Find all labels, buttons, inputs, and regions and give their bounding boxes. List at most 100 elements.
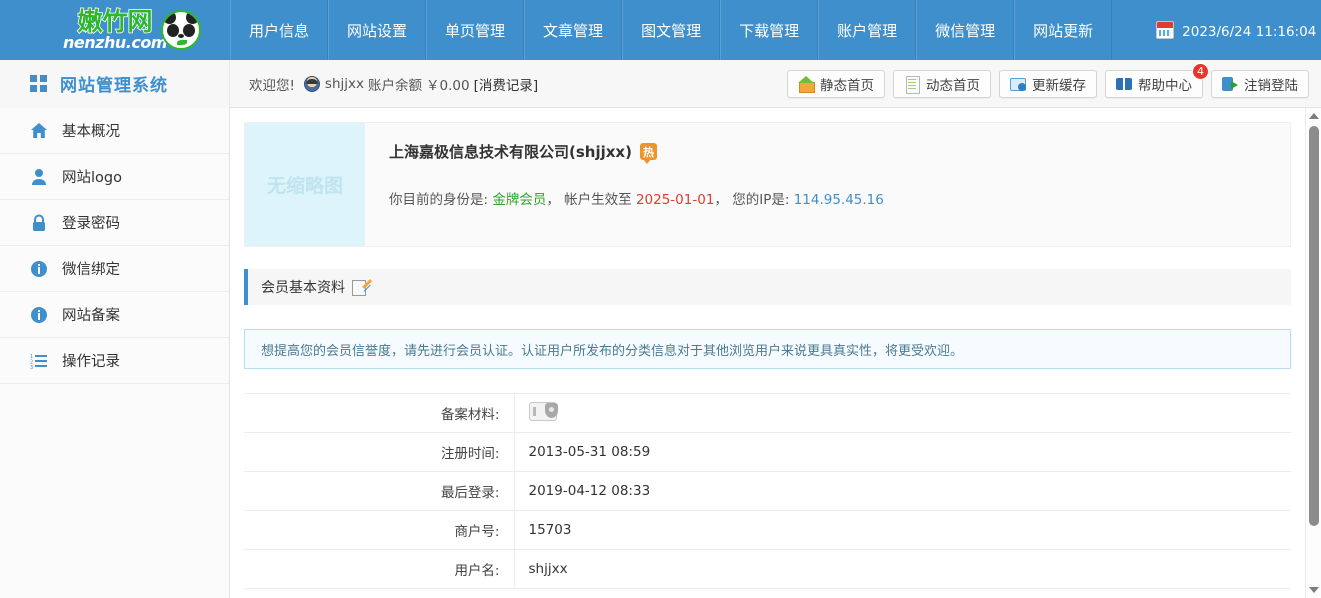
card-shield-icon[interactable] (529, 402, 557, 421)
expiry-value: 2025-01-01 (636, 192, 714, 208)
sidebar-item-label: 网站logo (62, 166, 122, 187)
refresh-cache-button[interactable]: 更新缓存 (999, 70, 1097, 98)
logout-icon (1222, 76, 1238, 92)
nav-item-media-manage[interactable]: 图文管理 (622, 0, 720, 60)
sidebar-item-operation-log[interactable]: 1 2 3 操作记录 (0, 338, 229, 384)
table-row: 备案材料: (244, 394, 1291, 433)
meta-sep-2: ， (714, 192, 728, 208)
ip-label: 您的IP是: (732, 192, 789, 208)
table-row: 用户名: shjjxx (244, 550, 1291, 589)
edit-icon[interactable] (352, 279, 370, 295)
document-icon (904, 76, 920, 92)
logo-latin-text: nenzhu.com (63, 35, 167, 51)
ip-value: 114.95.45.16 (794, 192, 884, 208)
nav-item-download-manage[interactable]: 下载管理 (720, 0, 818, 60)
member-detail-table: 备案材料: 注册时间: 2013-05-31 08:59 最后登录: 2019-… (244, 393, 1291, 589)
book-icon (1116, 76, 1132, 92)
top-action-buttons: 静态首页 动态首页 更新缓存 帮助中心 4 注销登陆 (787, 60, 1309, 108)
top-nav-items: 用户信息 网站设置 单页管理 文章管理 图文管理 下载管理 账户管理 微信管理 … (230, 0, 1112, 60)
sidebar-item-overview[interactable]: 基本概况 (0, 108, 229, 154)
nav-item-user-info[interactable]: 用户信息 (230, 0, 328, 60)
row-label: 注册时间: (244, 433, 514, 472)
profile-card: 无缩略图 上海嘉极信息技术有限公司(shjjxx) 热 你目前的身份是: 金牌会… (244, 122, 1291, 247)
welcome-prefix: 欢迎您! (249, 74, 295, 94)
main-content: 无缩略图 上海嘉极信息技术有限公司(shjjxx) 热 你目前的身份是: 金牌会… (230, 108, 1321, 598)
user-icon (30, 168, 48, 186)
row-label: 用户名: (244, 550, 514, 589)
sidebar-item-label: 微信绑定 (62, 258, 120, 279)
scrollbar-thumb[interactable] (1309, 126, 1319, 526)
system-title-block: 网站管理系统 (0, 60, 230, 108)
row-label: 商户号: (244, 511, 514, 550)
table-row: 注册时间: 2013-05-31 08:59 (244, 433, 1291, 472)
row-value: 15703 (514, 511, 1291, 550)
row-value: shjjxx (514, 550, 1291, 589)
static-home-label: 静态首页 (820, 74, 874, 94)
logo-artwork: 嫩竹网 nenzhu.com (28, 6, 203, 54)
nav-item-article-manage[interactable]: 文章管理 (524, 0, 622, 60)
sidebar-item-label: 操作记录 (62, 350, 120, 371)
identity-label: 你目前的身份是: (389, 192, 488, 208)
scroll-up-arrow-icon[interactable] (1309, 113, 1319, 119)
section-header: 会员基本资料 (244, 269, 1291, 305)
dynamic-home-button[interactable]: 动态首页 (893, 70, 991, 98)
profile-thumbnail-placeholder: 无缩略图 (245, 123, 365, 246)
home-icon (30, 122, 48, 140)
balance-label: 账户余额 (368, 74, 422, 94)
help-center-label: 帮助中心 (1138, 74, 1192, 94)
sidebar-item-wechat-bind[interactable]: 微信绑定 (0, 246, 229, 292)
balance-value: ￥0.00 (426, 74, 470, 94)
nav-item-wechat-manage[interactable]: 微信管理 (916, 0, 1014, 60)
lock-icon (30, 214, 48, 232)
nav-item-site-update[interactable]: 网站更新 (1014, 0, 1112, 60)
row-label: 最后登录: (244, 472, 514, 511)
meta-sep-1: ， (546, 192, 560, 208)
static-home-button[interactable]: 静态首页 (787, 70, 885, 98)
expiry-label: 帐户生效至 (564, 192, 632, 208)
welcome-message: 欢迎您! shjjxx 账户余额 ￥0.00 [消费记录] (230, 74, 538, 94)
calendar-icon (1156, 21, 1174, 39)
row-value: 2013-05-31 08:59 (514, 433, 1291, 472)
profile-meta-row: 你目前的身份是: 金牌会员， 帐户生效至 2025-01-01， 您的IP是: … (389, 188, 1290, 208)
profile-info: 上海嘉极信息技术有限公司(shjjxx) 热 你目前的身份是: 金牌会员， 帐户… (365, 123, 1290, 246)
hot-badge-icon: 热 (640, 143, 657, 160)
refresh-cache-icon (1010, 76, 1026, 92)
nav-item-site-settings[interactable]: 网站设置 (328, 0, 426, 60)
logout-label: 注销登陆 (1244, 74, 1298, 94)
scroll-down-arrow-icon[interactable] (1309, 587, 1319, 593)
user-avatar-icon (304, 76, 320, 92)
grid-icon (30, 75, 47, 92)
info-icon (30, 306, 48, 324)
logo-chinese-text: 嫩竹网 (77, 9, 152, 34)
clock-text: 2023/6/24 11:16:04 星期六 (1182, 20, 1321, 40)
admin-page: 嫩竹网 nenzhu.com 用户信息 网站设置 单页管理 文章管理 图文管理 … (0, 0, 1321, 598)
logo-text-stack: 嫩竹网 nenzhu.com (63, 9, 167, 51)
top-navigation-bar: 嫩竹网 nenzhu.com 用户信息 网站设置 单页管理 文章管理 图文管理 … (0, 0, 1321, 60)
logout-button[interactable]: 注销登陆 (1211, 70, 1309, 98)
clock-display: 2023/6/24 11:16:04 星期六 (1156, 0, 1321, 60)
sidebar-item-label: 网站备案 (62, 304, 120, 325)
company-name: 上海嘉极信息技术有限公司(shjjxx) (389, 141, 632, 162)
ordered-list-icon: 1 2 3 (30, 352, 48, 370)
sidebar-item-label: 基本概况 (62, 120, 120, 141)
consume-record-link[interactable]: [消费记录] (474, 74, 539, 94)
logo-domain-tld: .com (126, 33, 167, 52)
section-title: 会员基本资料 (261, 277, 345, 297)
sidebar-item-label: 登录密码 (62, 212, 120, 233)
site-logo[interactable]: 嫩竹网 nenzhu.com (0, 0, 230, 60)
row-value: 2019-04-12 08:33 (514, 472, 1291, 511)
table-row: 最后登录: 2019-04-12 08:33 (244, 472, 1291, 511)
system-title: 网站管理系统 (60, 71, 168, 96)
help-center-badge: 4 (1192, 63, 1209, 80)
nav-item-page-manage[interactable]: 单页管理 (426, 0, 524, 60)
body-wrapper: 基本概况 网站logo 登录密码 微信绑定 (0, 108, 1321, 598)
sidebar-item-site-record[interactable]: 网站备案 (0, 292, 229, 338)
sidebar-item-site-logo[interactable]: 网站logo (0, 154, 229, 200)
refresh-cache-label: 更新缓存 (1032, 74, 1086, 94)
help-center-button[interactable]: 帮助中心 4 (1105, 70, 1203, 98)
info-icon (30, 260, 48, 278)
sidebar-item-login-password[interactable]: 登录密码 (0, 200, 229, 246)
page-scrollbar[interactable] (1305, 108, 1321, 598)
nav-item-account-manage[interactable]: 账户管理 (818, 0, 916, 60)
table-row: 商户号: 15703 (244, 511, 1291, 550)
